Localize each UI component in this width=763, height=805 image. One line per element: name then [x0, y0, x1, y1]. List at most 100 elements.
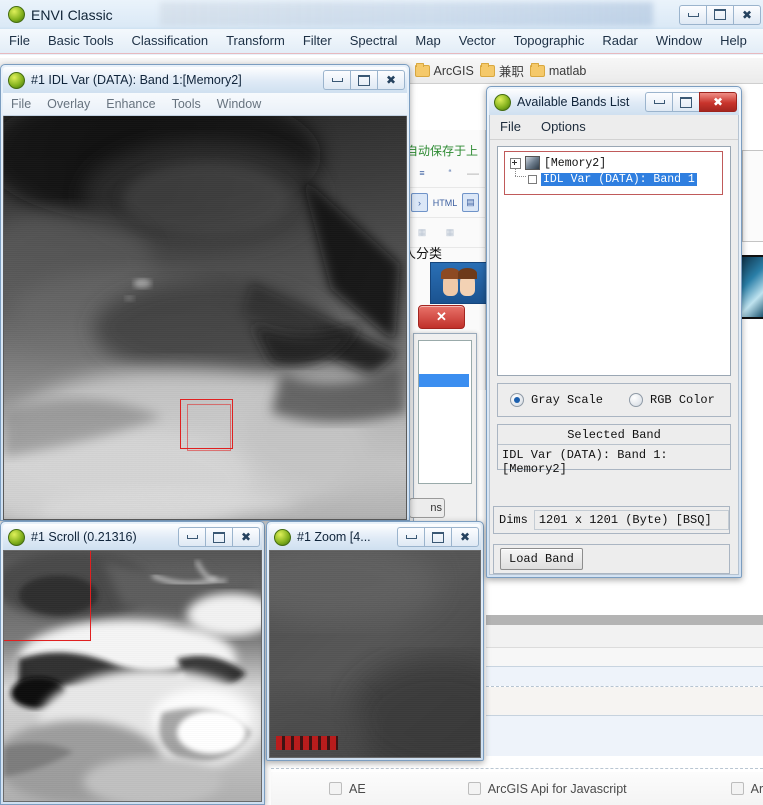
selected-band-value: IDL Var (DATA): Band 1:[Memory2] [502, 448, 668, 476]
taskbar-item-ae[interactable]: AE [329, 782, 366, 796]
maximize-button[interactable] [424, 527, 451, 547]
image-menu-item-overlay[interactable]: Overlay [39, 93, 98, 115]
image-menu-item-enhance[interactable]: Enhance [98, 93, 163, 115]
taskbar-item-arcgis-api[interactable]: ArcGIS Api for Javascript [467, 782, 627, 796]
radio-dot-icon [629, 393, 644, 407]
menu-item-help[interactable]: Help [711, 29, 756, 53]
radio-rgb-color[interactable]: RGB Color [629, 393, 715, 407]
indent-icon[interactable]: ≡ [411, 163, 433, 182]
taskbar-item-label: AE [349, 781, 366, 796]
close-button[interactable]: ✖ [699, 92, 737, 112]
radio-dot-icon [510, 393, 524, 407]
background-hidden-listbox[interactable] [418, 340, 472, 484]
maximize-button[interactable] [706, 4, 733, 25]
menu-item-classification[interactable]: Classification [122, 29, 217, 53]
bookmark-item-1[interactable]: ArcGIS [414, 62, 474, 78]
image-window-title: #1 IDL Var (DATA): Band 1:[Memory2] [31, 73, 242, 87]
zoom-region-box-shadow [187, 404, 231, 451]
preview-icon[interactable]: ▤ [462, 193, 479, 212]
tree-node-root[interactable]: [Memory2] [510, 156, 606, 170]
radio-gray-scale-label: Gray Scale [531, 393, 604, 407]
satellite-image-zoom [270, 551, 480, 757]
source-code-icon[interactable]: › [411, 193, 428, 212]
taskbar-item-arcg[interactable]: ArcG [730, 781, 763, 796]
scroll-window: #1 Scroll (0.21316) ✖ [0, 521, 265, 805]
scroll-canvas[interactable] [3, 550, 262, 802]
zoom-window-titlebar[interactable]: #1 Zoom [4... ✖ [269, 524, 481, 550]
background-hidden-button[interactable]: ns [409, 498, 445, 518]
window-controls: ✖ [679, 4, 761, 25]
menu-item-topographic[interactable]: Topographic [505, 29, 594, 53]
bands-titlebar[interactable]: Available Bands List ✖ [489, 89, 739, 115]
dims-value: 1201 x 1201 (Byte) [BSQ] [533, 510, 729, 530]
bands-tree[interactable]: [Memory2] IDL Var (DATA): Band 1 [497, 146, 731, 376]
selected-band-panel: Selected Band IDL Var (DATA): Band 1:[Me… [497, 424, 731, 476]
avatar-face-left [440, 268, 460, 296]
menu-item-spectral[interactable]: Spectral [341, 29, 407, 53]
table-icon[interactable]: ▦ [411, 223, 433, 242]
quote-icon[interactable]: “ [439, 163, 461, 182]
menu-item-vector[interactable]: Vector [450, 29, 505, 53]
selected-band-header: Selected Band [498, 425, 730, 445]
checkbox-icon [730, 782, 744, 795]
expand-plus-icon[interactable] [510, 157, 521, 169]
radio-rgb-color-label: RGB Color [650, 393, 715, 407]
available-bands-list-window: Available Bands List ✖ File Options [Memo… [486, 86, 742, 578]
image-menu-item-window[interactable]: Window [209, 93, 269, 115]
bookmark-item-2[interactable]: 兼职 [479, 61, 524, 80]
window-controls: ✖ [178, 527, 260, 547]
menu-item-basic-tools[interactable]: Basic Tools [39, 29, 123, 53]
close-button[interactable]: ✖ [232, 527, 260, 547]
menu-item-file[interactable]: File [0, 29, 39, 53]
minimize-button[interactable] [679, 4, 706, 25]
image-menu-item-file[interactable]: File [3, 93, 39, 115]
envi-leaf-icon [494, 93, 511, 111]
bands-menu-item-options[interactable]: Options [531, 115, 596, 139]
editor-toolbar-row-1: ≡ “ — [405, 158, 485, 188]
close-button[interactable]: ✖ [451, 527, 479, 547]
scroll-viewport-box[interactable] [4, 551, 91, 641]
menu-item-filter[interactable]: Filter [294, 29, 341, 53]
menu-item-transform[interactable]: Transform [217, 29, 294, 53]
minimize-button[interactable] [178, 527, 205, 547]
bands-menu-item-file[interactable]: File [490, 115, 531, 139]
menu-item-radar[interactable]: Radar [593, 29, 646, 53]
close-button[interactable]: ✖ [733, 4, 761, 25]
image-window-titlebar[interactable]: #1 IDL Var (DATA): Band 1:[Memory2] ✖ [3, 67, 407, 93]
menu-item-window[interactable]: Window [647, 29, 711, 53]
envi-main-titlebar[interactable]: ENVI Classic ✖ [0, 0, 763, 29]
band-checkbox-icon[interactable] [528, 175, 537, 184]
html-label[interactable]: HTML [433, 193, 458, 212]
background-taskbar: AE ArcGIS Api for Javascript ArcG [271, 772, 763, 805]
minimize-button[interactable] [645, 92, 672, 112]
radio-gray-scale[interactable]: Gray Scale [510, 393, 603, 407]
avatar-face-right [457, 268, 477, 296]
load-band-button[interactable]: Load Band [500, 548, 583, 570]
tree-node-band[interactable]: IDL Var (DATA): Band 1 [528, 173, 697, 186]
bookmark-label: ArcGIS [433, 63, 474, 78]
taskbar-item-label: ArcG [750, 781, 763, 796]
scroll-window-title: #1 Scroll (0.21316) [31, 530, 137, 544]
minimize-button[interactable] [323, 70, 350, 90]
grid-icon[interactable]: ▦ [439, 223, 461, 242]
checkbox-icon [467, 782, 481, 795]
bookmark-label: 兼职 [498, 65, 524, 79]
folder-icon [414, 62, 430, 77]
window-controls: ✖ [397, 527, 479, 547]
envi-leaf-icon [274, 528, 291, 546]
scroll-window-titlebar[interactable]: #1 Scroll (0.21316) ✖ [3, 524, 262, 550]
zoom-canvas[interactable] [269, 550, 481, 758]
minimize-button[interactable] [397, 527, 424, 547]
checkbox-icon [329, 782, 342, 795]
menu-item-map[interactable]: Map [406, 29, 449, 53]
folder-icon [479, 62, 495, 77]
maximize-button[interactable] [672, 92, 699, 112]
background-dialog-close-button[interactable]: ✕ [418, 305, 465, 329]
background-dash-separator-top [271, 768, 763, 769]
image-canvas[interactable] [3, 116, 407, 520]
maximize-button[interactable] [350, 70, 377, 90]
maximize-button[interactable] [205, 527, 232, 547]
image-menu-item-tools[interactable]: Tools [164, 93, 209, 115]
close-button[interactable]: ✖ [377, 70, 405, 90]
bookmark-item-3[interactable]: matlab [529, 62, 586, 78]
